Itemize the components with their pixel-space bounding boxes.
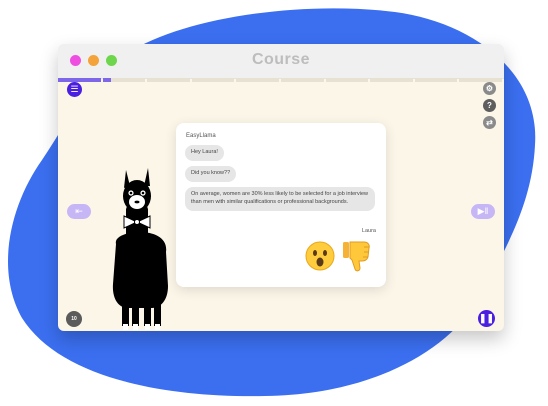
chat-message: Did you know??: [185, 166, 237, 182]
progress-segment: [414, 78, 458, 82]
window-title: Course: [251, 51, 311, 68]
translate-icon: ⇄: [486, 118, 493, 127]
thumbs-down-icon[interactable]: [342, 239, 374, 273]
surprised-face-icon[interactable]: [305, 241, 335, 271]
progress-segment: [280, 78, 324, 82]
progress-segment: [236, 78, 279, 82]
progress-segment: [459, 78, 502, 82]
previous-arrow-icon: ⇤: [75, 206, 83, 216]
sender-name: EasyLlama: [186, 133, 216, 139]
progress-segment: [147, 78, 190, 82]
pause-button[interactable]: ❚❚: [478, 310, 495, 327]
previous-button[interactable]: ⇤: [67, 204, 91, 219]
help-label: ?: [487, 101, 492, 110]
gear-icon: ⚙: [485, 84, 494, 93]
progress-segment: [191, 78, 235, 82]
replay-button[interactable]: 10: [66, 311, 82, 327]
progress-fill: [58, 78, 101, 82]
settings-button[interactable]: ⚙: [483, 82, 496, 95]
progress-segment: [370, 78, 413, 82]
translate-button[interactable]: ⇄: [483, 116, 496, 129]
replay-label: 10: [71, 316, 77, 322]
reply-user-name: Laura: [361, 228, 376, 234]
llama-mascot: [112, 168, 168, 330]
title-bar: Course: [58, 44, 504, 79]
course-progress-bar: [58, 78, 504, 82]
hamburger-icon: ☰: [70, 84, 79, 94]
progress-segment: [325, 78, 369, 82]
next-button[interactable]: ▶‖: [471, 204, 495, 219]
menu-button[interactable]: ☰: [67, 82, 82, 97]
help-button[interactable]: ?: [483, 99, 496, 112]
chat-card: EasyLlama Hey Laura! Did you know?? On a…: [176, 123, 386, 287]
chat-message: Hey Laura!: [185, 145, 224, 161]
next-arrow-icon: ▶‖: [477, 206, 489, 216]
chat-message: On average, women are 30% less likely to…: [185, 187, 375, 211]
course-window: Course ☰ ⚙ ? ⇄ ⇤ ▶‖ EasyLlama Hey Laura!…: [58, 44, 504, 331]
llama-body: [112, 168, 168, 326]
progress-segment: [102, 78, 146, 82]
progress-segment: [58, 78, 101, 82]
progress-fill: [102, 78, 112, 82]
pause-icon: ❚❚: [478, 313, 495, 323]
